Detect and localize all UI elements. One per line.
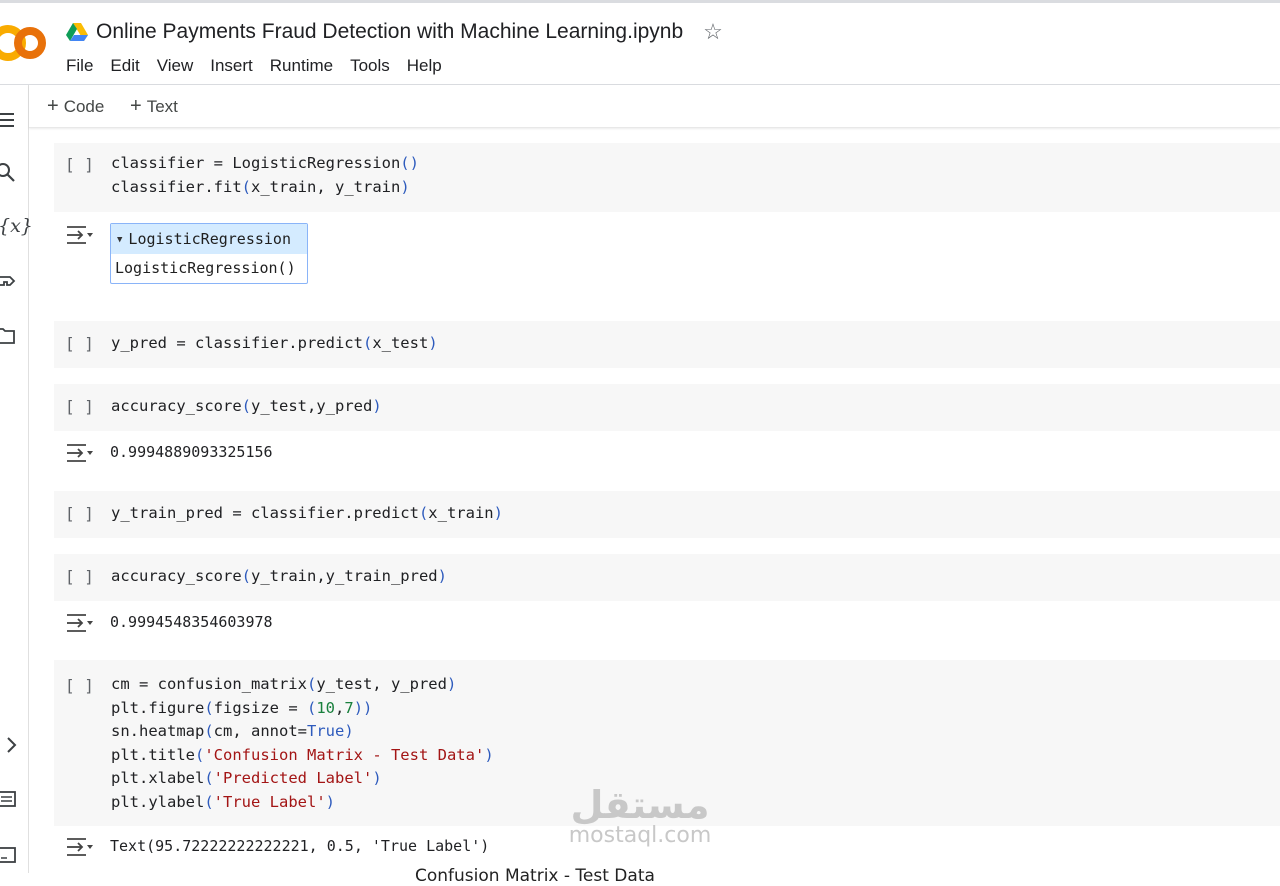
watermark-latin: mostaql.com [568, 823, 712, 848]
colab-logo[interactable] [0, 21, 48, 65]
watermark-arabic: مستقل [570, 783, 710, 827]
run-cell-button[interactable]: [ ] [65, 676, 94, 695]
output-toggle-icon[interactable] [66, 224, 94, 246]
cell-output-text: 0.9994548354603978 [110, 613, 273, 631]
cell-source[interactable]: y_train_pred = classifier.predict(x_trai… [111, 502, 503, 526]
cell-output-text: 0.9994889093325156 [110, 443, 273, 461]
command-palette-icon[interactable] [0, 789, 17, 809]
menu-insert[interactable]: Insert [210, 56, 253, 76]
plus-icon: + [47, 95, 59, 117]
plus-icon: + [130, 95, 142, 117]
menu-edit[interactable]: Edit [110, 56, 139, 76]
code-cell[interactable]: [ ] accuracy_score(y_train,y_train_pred) [54, 554, 1280, 601]
menu-runtime[interactable]: Runtime [270, 56, 333, 76]
menu-tools[interactable]: Tools [350, 56, 390, 76]
secrets-key-icon[interactable] [0, 271, 16, 291]
title-row: Online Payments Fraud Detection with Mac… [66, 19, 723, 45]
output-toggle-icon[interactable] [66, 612, 94, 634]
code-cell[interactable]: [ ] y_pred = classifier.predict(x_test) [54, 321, 1280, 368]
left-sidebar: {x} [0, 85, 33, 873]
code-cell[interactable]: [ ] classifier = LogisticRegression() cl… [54, 143, 1280, 212]
cell-source[interactable]: classifier = LogisticRegression() classi… [111, 152, 419, 199]
notebook-header: Online Payments Fraud Detection with Mac… [0, 0, 1280, 84]
estimator-repr: LogisticRegression() [115, 259, 296, 277]
run-cell-button[interactable]: [ ] [65, 504, 94, 523]
output-toggle-icon[interactable] [66, 836, 94, 858]
google-drive-icon [66, 23, 88, 41]
code-cell[interactable]: [ ] accuracy_score(y_test,y_pred) [54, 384, 1280, 431]
variables-icon[interactable]: {x} [0, 216, 33, 236]
add-code-button[interactable]: + Code [47, 95, 104, 118]
add-text-label: Text [146, 97, 178, 116]
cell-output-text: Text(95.72222222222221, 0.5, 'True Label… [110, 837, 490, 855]
cell-source[interactable]: y_pred = classifier.predict(x_test) [111, 332, 438, 356]
expand-chevron-icon[interactable] [2, 735, 22, 755]
run-cell-button[interactable]: [ ] [65, 155, 94, 174]
notebook-title[interactable]: Online Payments Fraud Detection with Mac… [96, 20, 683, 44]
search-icon[interactable] [0, 163, 16, 183]
cell-source[interactable]: accuracy_score(y_train,y_train_pred) [111, 565, 447, 589]
files-folder-icon[interactable] [0, 326, 16, 346]
menu-help[interactable]: Help [407, 56, 442, 76]
menu-bar: File Edit View Insert Runtime Tools Help [66, 56, 459, 76]
estimator-name: LogisticRegression [128, 230, 291, 248]
cell-source[interactable]: accuracy_score(y_test,y_pred) [111, 395, 382, 419]
estimator-output[interactable]: ▼ LogisticRegression LogisticRegression() [110, 223, 308, 284]
insert-toolbar: + Code + Text [29, 85, 1280, 128]
estimator-header[interactable]: ▼ LogisticRegression [111, 224, 307, 254]
triangle-down-icon: ▼ [117, 235, 123, 245]
cell-source[interactable]: cm = confusion_matrix(y_test, y_pred) pl… [111, 673, 494, 814]
menu-file[interactable]: File [66, 56, 93, 76]
run-cell-button[interactable]: [ ] [65, 567, 94, 586]
menu-view[interactable]: View [157, 56, 194, 76]
run-cell-button[interactable]: [ ] [65, 334, 94, 353]
terminal-icon[interactable] [0, 845, 17, 865]
watermark: مستقل mostaql.com [560, 785, 720, 847]
run-cell-button[interactable]: [ ] [65, 397, 94, 416]
output-toggle-icon[interactable] [66, 442, 94, 464]
add-text-button[interactable]: + Text [130, 95, 178, 118]
add-code-label: Code [63, 97, 105, 116]
star-outline-icon[interactable]: ☆ [703, 19, 723, 45]
menu-icon[interactable] [0, 110, 18, 130]
code-cell[interactable]: [ ] y_train_pred = classifier.predict(x_… [54, 491, 1280, 538]
plot-title-partial: Confusion Matrix - Test Data [415, 866, 655, 886]
